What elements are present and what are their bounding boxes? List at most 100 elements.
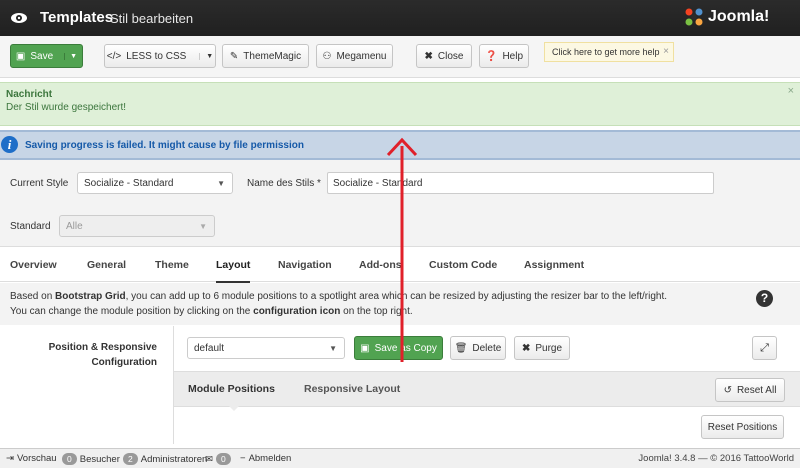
info-icon: i bbox=[1, 136, 18, 153]
description-line-1: Based on Bootstrap Grid, you can add up … bbox=[10, 291, 667, 302]
messages-badge: 0 bbox=[215, 453, 231, 465]
close-label: Close bbox=[437, 50, 464, 62]
magic-wand-icon: ✎ bbox=[229, 50, 239, 62]
eye-icon bbox=[11, 13, 27, 23]
visitors-indicator[interactable]: 0 Besucher bbox=[62, 453, 120, 465]
close-icon: ✖ bbox=[424, 50, 433, 62]
less-to-css-button[interactable]: </> LESS to CSS ▼ bbox=[104, 44, 216, 68]
less-dropdown-icon[interactable]: ▼ bbox=[199, 52, 213, 60]
logout-label: Abmelden bbox=[248, 453, 292, 464]
message-heading: Nachricht bbox=[6, 89, 53, 100]
purge-button[interactable]: ✖ Purge bbox=[514, 336, 570, 360]
reset-all-label: Reset All bbox=[736, 384, 777, 396]
sitemap-icon: ⚇ bbox=[322, 50, 332, 62]
save-button[interactable]: ▣ Save ▼ bbox=[10, 44, 83, 68]
delete-label: Delete bbox=[472, 342, 502, 354]
joomla-logo-text: Joomla! bbox=[708, 8, 770, 25]
delete-button[interactable]: 🗑 Delete bbox=[450, 336, 506, 360]
chevron-down-icon: ▼ bbox=[329, 344, 337, 353]
version-text: Joomla! 3.4.8 — © 2016 TattooWorld bbox=[638, 453, 794, 464]
visitors-label: Besucher bbox=[79, 453, 120, 465]
purge-label: Purge bbox=[535, 342, 563, 354]
close-icon: ✖ bbox=[521, 342, 531, 354]
subtab-module-positions[interactable]: Module Positions bbox=[188, 383, 275, 395]
undo-icon: ↺ bbox=[723, 384, 732, 396]
subtab-responsive-layout[interactable]: Responsive Layout bbox=[304, 383, 400, 395]
current-style-label: Current Style bbox=[10, 178, 69, 189]
description-bold: configuration icon bbox=[253, 306, 341, 317]
save-icon: ▣ bbox=[360, 342, 370, 354]
description-text: You can change the module position by cl… bbox=[10, 306, 254, 317]
reset-all-button[interactable]: ↺ Reset All bbox=[715, 378, 785, 402]
help-circle-icon[interactable]: ? bbox=[756, 290, 773, 307]
help-tooltip-text: Click here to get more help bbox=[552, 47, 660, 57]
standard-value: Alle bbox=[66, 220, 83, 232]
admins-label: Administratoren bbox=[140, 453, 208, 465]
question-icon: ❓ bbox=[484, 50, 498, 62]
less-to-css-label: LESS to CSS bbox=[126, 50, 187, 62]
save-label: Save bbox=[30, 50, 54, 62]
megamenu-label: Megamenu bbox=[336, 50, 387, 62]
current-style-select[interactable]: Socialize - Standard ▼ bbox=[77, 172, 233, 194]
tab-theme[interactable]: Theme bbox=[155, 259, 189, 271]
preview-link[interactable]: ⇥ Vorschau bbox=[6, 453, 57, 464]
tab-layout[interactable]: Layout bbox=[216, 259, 251, 283]
admins-indicator[interactable]: 2 Administratoren bbox=[123, 453, 207, 465]
chevron-down-icon: ▼ bbox=[199, 222, 207, 231]
messages-indicator[interactable]: ✉ 0 bbox=[205, 453, 231, 465]
message-close-icon[interactable]: × bbox=[788, 85, 794, 97]
message-body: Der Stil wurde gespeichert! bbox=[6, 102, 127, 113]
layout-select[interactable]: default ▼ bbox=[187, 337, 345, 359]
external-link-icon: ⇥ bbox=[6, 453, 14, 464]
joomla-logo-icon bbox=[685, 8, 703, 26]
logout-link[interactable]: − Abmelden bbox=[240, 453, 291, 464]
save-icon: ▣ bbox=[15, 50, 26, 62]
subtab-pointer bbox=[228, 405, 240, 411]
tab-add-ons[interactable]: Add-ons bbox=[359, 259, 402, 271]
thememagic-button[interactable]: ✎ ThemeMagic bbox=[222, 44, 309, 68]
envelope-icon: ✉ bbox=[205, 453, 213, 465]
description-text: Based on bbox=[10, 291, 56, 302]
standard-select[interactable]: Alle ▼ bbox=[59, 215, 215, 237]
current-style-value: Socialize - Standard bbox=[84, 177, 174, 189]
expand-icon: ⤢ bbox=[760, 341, 769, 354]
description-text: on the top right. bbox=[340, 306, 413, 317]
tooltip-close-icon[interactable]: × bbox=[663, 46, 669, 57]
page-title: Templates bbox=[40, 9, 114, 26]
warning-text: Saving progress is failed. It might caus… bbox=[25, 140, 304, 151]
thememagic-label: ThemeMagic bbox=[243, 50, 302, 62]
logout-icon: − bbox=[240, 453, 246, 464]
save-as-copy-label: Save as Copy bbox=[374, 342, 437, 354]
chevron-down-icon: ▼ bbox=[217, 179, 225, 188]
close-button[interactable]: ✖ Close bbox=[416, 44, 472, 68]
tab-custom-code[interactable]: Custom Code bbox=[429, 259, 497, 271]
tab-assignment[interactable]: Assignment bbox=[524, 259, 584, 271]
layout-select-value: default bbox=[194, 342, 225, 354]
admins-badge: 2 bbox=[123, 453, 138, 465]
tab-navigation[interactable]: Navigation bbox=[278, 259, 332, 271]
style-name-input[interactable]: Socialize - Standard bbox=[327, 172, 714, 194]
description-text: , you can add up to 6 module positions t… bbox=[125, 291, 668, 302]
visitors-badge: 0 bbox=[62, 453, 77, 465]
megamenu-button[interactable]: ⚇ Megamenu bbox=[316, 44, 393, 68]
fullscreen-button[interactable]: ⤢ bbox=[752, 336, 777, 360]
reset-positions-button[interactable]: Reset Positions bbox=[701, 415, 784, 439]
toolbar: ▣ Save ▼ </> LESS to CSS ▼ ✎ ThemeMagic … bbox=[0, 36, 800, 78]
save-as-copy-button[interactable]: ▣ Save as Copy bbox=[354, 336, 443, 360]
title-bar: Templates Stil bearbeiten Joomla! bbox=[0, 0, 800, 36]
warning-banner: i Saving progress is failed. It might ca… bbox=[0, 130, 800, 160]
layout-subtabs: Module Positions Responsive Layout ↺ Res… bbox=[174, 371, 800, 407]
trash-icon: 🗑 bbox=[454, 342, 468, 354]
standard-label: Standard bbox=[10, 221, 51, 232]
help-button[interactable]: ❓ Help bbox=[479, 44, 529, 68]
description-line-2: You can change the module position by cl… bbox=[10, 306, 413, 317]
layout-label-column: Position & Responsive Configuration bbox=[0, 326, 174, 444]
tab-bar: Overview General Theme Layout Navigation… bbox=[0, 246, 800, 283]
style-form: Current Style Socialize - Standard ▼ Nam… bbox=[0, 160, 800, 246]
help-tooltip[interactable]: Click here to get more help × bbox=[544, 42, 674, 62]
save-dropdown-icon[interactable]: ▼ bbox=[64, 52, 77, 60]
tab-overview[interactable]: Overview bbox=[10, 259, 57, 271]
page-subtitle: Stil bearbeiten bbox=[110, 11, 194, 26]
reset-positions-label: Reset Positions bbox=[707, 421, 778, 433]
tab-general[interactable]: General bbox=[87, 259, 126, 271]
